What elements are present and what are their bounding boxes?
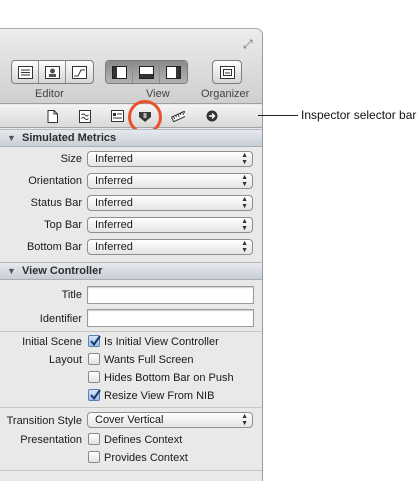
resize-view-checkbox[interactable] bbox=[88, 389, 101, 401]
initial-scene-label: Initial Scene bbox=[22, 336, 82, 348]
top-bar-popup[interactable]: Inferred ▲ ▼ bbox=[87, 217, 253, 233]
title-label: Title bbox=[61, 289, 82, 301]
defines-context-checkbox[interactable] bbox=[88, 433, 100, 445]
section-title: View Controller bbox=[22, 265, 103, 277]
version-editor-button[interactable] bbox=[66, 61, 93, 83]
debug-area-toggle-button[interactable] bbox=[133, 61, 160, 83]
up-down-arrows-icon: ▲ ▼ bbox=[241, 196, 248, 210]
organizer-control bbox=[212, 60, 242, 84]
size-label: Size bbox=[60, 153, 82, 165]
status-bar-popup[interactable]: Inferred ▲ ▼ bbox=[87, 195, 253, 211]
organizer-button[interactable] bbox=[213, 61, 241, 83]
up-down-arrows-icon: ▲ ▼ bbox=[241, 218, 248, 232]
view-controller-header[interactable]: ▼ View Controller bbox=[0, 262, 262, 280]
divider bbox=[0, 331, 262, 332]
resize-view-label[interactable]: Resize View From NIB bbox=[104, 390, 214, 402]
navigator-toggle-button[interactable] bbox=[106, 61, 133, 83]
checkmark-icon bbox=[90, 335, 101, 347]
organizer-label: Organizer bbox=[201, 88, 250, 100]
standard-editor-button[interactable] bbox=[12, 61, 39, 83]
transition-style-popup[interactable]: Cover Vertical ▲ ▼ bbox=[87, 412, 253, 428]
up-down-arrows-icon: ▲ ▼ bbox=[241, 413, 248, 427]
transition-style-value: Cover Vertical bbox=[95, 414, 164, 426]
hides-bottom-bar-checkbox[interactable] bbox=[88, 371, 100, 383]
up-down-arrows-icon: ▲ ▼ bbox=[241, 152, 248, 166]
organizer-icon bbox=[219, 65, 235, 79]
quick-help-inspector-icon[interactable] bbox=[78, 109, 92, 123]
size-inspector-icon[interactable] bbox=[171, 109, 185, 123]
assistant-editor-button[interactable] bbox=[39, 61, 66, 83]
status-bar-label: Status Bar bbox=[30, 197, 82, 209]
file-inspector-icon[interactable] bbox=[45, 109, 59, 123]
bottom-bar-label: Bottom Bar bbox=[26, 241, 82, 253]
checkmark-icon bbox=[90, 389, 101, 401]
up-down-arrows-icon: ▲ ▼ bbox=[241, 240, 248, 254]
top-bar-value: Inferred bbox=[95, 219, 133, 231]
version-editor-icon bbox=[72, 65, 87, 79]
wants-full-screen-label[interactable]: Wants Full Screen bbox=[104, 354, 193, 366]
editor-label: Editor bbox=[35, 88, 64, 100]
is-initial-checkbox[interactable] bbox=[88, 335, 101, 347]
size-value: Inferred bbox=[95, 153, 133, 165]
callout-label: Inspector selector bar bbox=[301, 108, 417, 122]
divider bbox=[0, 407, 262, 408]
orientation-popup[interactable]: Inferred ▲ ▼ bbox=[87, 173, 253, 189]
standard-editor-icon bbox=[17, 65, 33, 79]
inspector-panel: ⤢ Editor View Organizer ▼ Simulated Metr… bbox=[0, 28, 263, 481]
provides-context-label[interactable]: Provides Context bbox=[104, 452, 188, 464]
utilities-toggle-button[interactable] bbox=[160, 61, 187, 83]
section-title: Simulated Metrics bbox=[22, 132, 117, 144]
presentation-label: Presentation bbox=[20, 434, 82, 446]
identifier-label: Identifier bbox=[39, 313, 82, 325]
callout-line bbox=[258, 115, 298, 116]
connections-inspector-icon[interactable] bbox=[205, 109, 219, 123]
left-pane-icon bbox=[111, 65, 127, 79]
divider bbox=[0, 470, 262, 471]
is-initial-label[interactable]: Is Initial View Controller bbox=[104, 336, 219, 348]
view-label: View bbox=[146, 88, 170, 100]
identifier-field[interactable] bbox=[87, 309, 254, 327]
disclosure-triangle-icon[interactable]: ▼ bbox=[7, 133, 16, 143]
toolbar: ⤢ Editor View Organizer bbox=[0, 29, 262, 104]
transition-style-label: Transition Style bbox=[6, 415, 82, 427]
view-segmented-control bbox=[105, 60, 188, 84]
status-bar-value: Inferred bbox=[95, 197, 133, 209]
editor-segmented-control bbox=[11, 60, 94, 84]
simulated-metrics-header[interactable]: ▼ Simulated Metrics bbox=[0, 129, 262, 147]
wants-full-screen-checkbox[interactable] bbox=[88, 353, 100, 365]
disclosure-triangle-icon[interactable]: ▼ bbox=[7, 266, 16, 276]
up-down-arrows-icon: ▲ ▼ bbox=[241, 174, 248, 188]
hides-bottom-bar-label[interactable]: Hides Bottom Bar on Push bbox=[104, 372, 234, 384]
right-pane-icon bbox=[166, 65, 181, 79]
top-bar-label: Top Bar bbox=[44, 219, 82, 231]
bottom-bar-popup[interactable]: Inferred ▲ ▼ bbox=[87, 239, 253, 255]
orientation-label: Orientation bbox=[28, 175, 82, 187]
fullscreen-icon[interactable]: ⤢ bbox=[243, 37, 253, 52]
provides-context-checkbox[interactable] bbox=[88, 451, 100, 463]
size-popup[interactable]: Inferred ▲ ▼ bbox=[87, 151, 253, 167]
bottom-bar-value: Inferred bbox=[95, 241, 133, 253]
identity-inspector-icon[interactable] bbox=[110, 109, 124, 123]
defines-context-label[interactable]: Defines Context bbox=[104, 434, 182, 446]
assistant-editor-icon bbox=[44, 65, 60, 79]
title-field[interactable] bbox=[87, 286, 254, 304]
orientation-value: Inferred bbox=[95, 175, 133, 187]
layout-label: Layout bbox=[48, 354, 82, 366]
bottom-pane-icon bbox=[138, 65, 154, 79]
